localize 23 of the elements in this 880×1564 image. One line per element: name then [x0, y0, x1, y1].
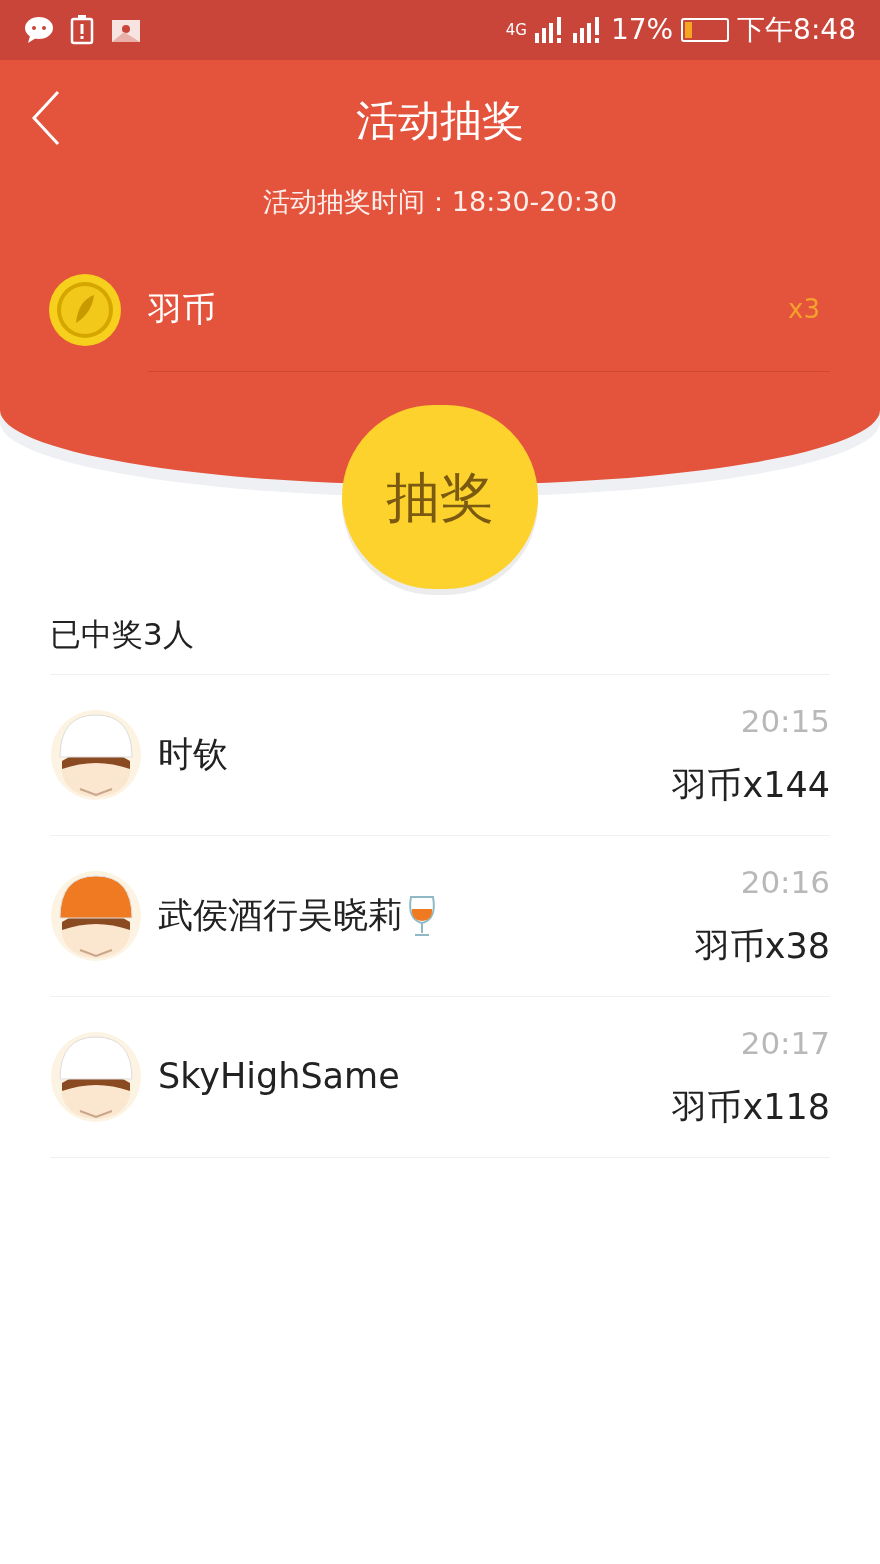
battery-percent: 17% — [610, 12, 674, 48]
clock: 下午8:48 — [737, 12, 856, 48]
back-button[interactable] — [30, 90, 62, 146]
coin-count: x3 — [788, 293, 820, 326]
battery-icon — [681, 18, 730, 42]
back-icon — [30, 90, 62, 146]
win-time: 20:16 — [740, 863, 830, 902]
winner-name: 武侯酒行吴晓莉 — [158, 894, 403, 938]
prize-amount: 羽币x118 — [672, 1085, 830, 1129]
chat-icon — [24, 16, 54, 44]
winner-name: 时钦 — [158, 733, 228, 777]
prize-amount: 羽币x38 — [694, 924, 830, 968]
page-title: 活动抽奖 — [356, 94, 524, 147]
winner-name: SkyHighSame — [158, 1055, 400, 1099]
win-time: 20:15 — [740, 702, 830, 741]
alert-icon — [70, 15, 94, 45]
subtitle: 活动抽奖时间：18:30-20:30 — [262, 185, 618, 219]
coin-icon — [48, 272, 122, 347]
coin-label: 羽币 — [148, 288, 216, 331]
win-time: 20:17 — [740, 1024, 830, 1063]
network-label: 4G — [505, 19, 527, 41]
winners-heading: 已中奖3人 — [50, 616, 194, 652]
prize-amount: 羽币x144 — [672, 763, 830, 807]
